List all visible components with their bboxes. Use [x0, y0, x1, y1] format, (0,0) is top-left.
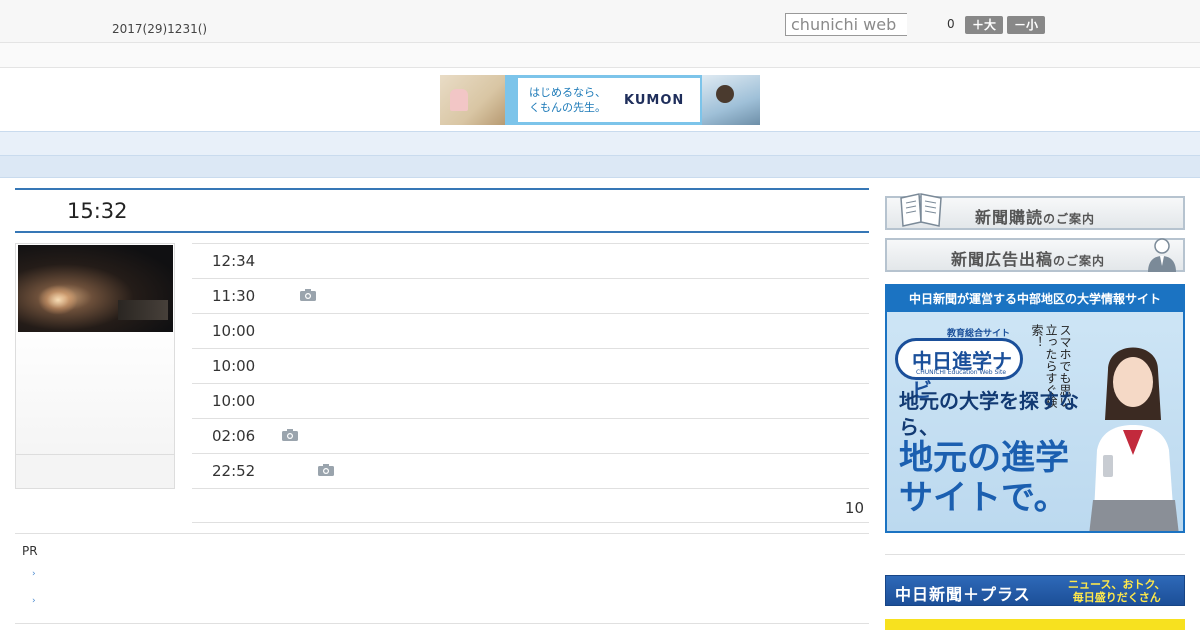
banner-photo-right: [702, 75, 760, 125]
person-icon: [1148, 238, 1176, 272]
kumon-logo: KUMON: [624, 93, 685, 108]
advertise-label-main: 新聞広告出稿: [951, 250, 1054, 269]
top-bar: 2017(29)1231() 0 ＋大 －小: [0, 0, 1200, 43]
yellow-banner[interactable]: [885, 619, 1185, 630]
chevron-right-icon[interactable]: ›: [32, 596, 36, 606]
subscribe-guide-button[interactable]: 新聞購読のご案内: [885, 193, 1185, 230]
headline-time: 15:32: [67, 199, 128, 223]
header-strip: [0, 43, 1200, 68]
featured-photo-caption: [16, 454, 174, 488]
plus-banner-title: 中日新聞＋プラス: [895, 585, 1031, 604]
date-text: 2017(29)1231(): [112, 22, 208, 36]
more-row: 10: [192, 488, 869, 523]
plus-tagline-1: ニュース、おトク、: [1068, 578, 1166, 591]
article-time: 10:00: [212, 322, 256, 340]
newspaper-icon: [900, 193, 942, 227]
article-list: 12:34 11:30 10:00 10:00 10:00 02:06 22:5…: [192, 243, 869, 523]
kumon-banner-ad[interactable]: はじめるなら、 くもんの先生。 KUMON: [440, 75, 760, 125]
banner-text-line2: くもんの先生。: [529, 101, 606, 114]
article-time: 10:00: [212, 392, 256, 410]
list-item[interactable]: 12:34: [192, 243, 869, 278]
banner-text: はじめるなら、 くもんの先生。: [529, 85, 606, 115]
advertise-guide-button[interactable]: 新聞広告出稿のご案内: [885, 238, 1185, 272]
pr-label: PR: [22, 544, 38, 558]
article-time: 02:06: [212, 427, 256, 445]
article-time: 12:34: [212, 252, 256, 270]
chunichi-plus-banner[interactable]: 中日新聞＋プラス ニュース、おトク、 毎日盛りだくさん: [885, 575, 1185, 606]
ad-logo-subtext: CHUNICHI Education Web Site: [916, 369, 1007, 376]
list-item[interactable]: 10:00: [192, 348, 869, 383]
ad-headline-2: 地元の進学サイトで。: [899, 438, 1069, 518]
list-item[interactable]: 02:06: [192, 418, 869, 453]
plus-banner-tagline: ニュース、おトク、 毎日盛りだくさん: [1068, 578, 1165, 604]
featured-photo-box: [15, 243, 175, 489]
shingaku-navi-ad[interactable]: 中日新聞が運営する中部地区の大学情報サイト 教育総合サイト 中日進学ナビ CHU…: [885, 284, 1185, 533]
banner-photo-left: [440, 75, 505, 125]
plus-tagline-2: 毎日盛りだくさん: [1072, 591, 1161, 604]
article-time: 11:30: [212, 287, 256, 305]
ad-headline-1: 地元の大学を探すなら、: [899, 389, 1079, 439]
camera-icon: [318, 464, 334, 476]
subscribe-label-main: 新聞購読: [975, 208, 1044, 227]
subscribe-label-suffix: のご案内: [1043, 212, 1096, 226]
sidebar-divider: [885, 554, 1185, 555]
font-large-button[interactable]: ＋大: [965, 16, 1003, 34]
camera-icon: [300, 289, 316, 301]
subscribe-guide-label: 新聞購読のご案内: [975, 204, 1095, 228]
list-item[interactable]: 10:00: [192, 383, 869, 418]
ad-header: 中日新聞が運営する中部地区の大学情報サイト: [887, 286, 1183, 312]
camera-icon: [282, 429, 298, 441]
student-illustration: [1089, 347, 1179, 531]
count-text: 0: [947, 17, 955, 31]
pr-box: PR › ›: [15, 533, 869, 624]
font-small-button[interactable]: －小: [1007, 16, 1045, 34]
main-nav: [0, 131, 1200, 156]
shingaku-navi-logo: 中日進学ナビ CHUNICHI Education Web Site: [895, 338, 1023, 402]
article-time: 22:52: [212, 462, 256, 480]
banner-text-line1: はじめるなら、: [529, 86, 606, 99]
list-item[interactable]: 22:52: [192, 453, 869, 488]
list-item[interactable]: 11:30: [192, 278, 869, 313]
chevron-right-icon[interactable]: ›: [32, 569, 36, 579]
article-time: 10:00: [212, 357, 256, 375]
featured-photo[interactable]: [18, 245, 173, 332]
more-link[interactable]: 10: [845, 499, 864, 517]
advertise-label-suffix: のご案内: [1053, 254, 1106, 268]
section-headline: 15:32: [15, 188, 869, 233]
list-item[interactable]: 10:00: [192, 313, 869, 348]
sub-nav: [0, 156, 1200, 178]
advertise-guide-label: 新聞広告出稿のご案内: [951, 246, 1105, 270]
search-input[interactable]: [785, 13, 907, 36]
